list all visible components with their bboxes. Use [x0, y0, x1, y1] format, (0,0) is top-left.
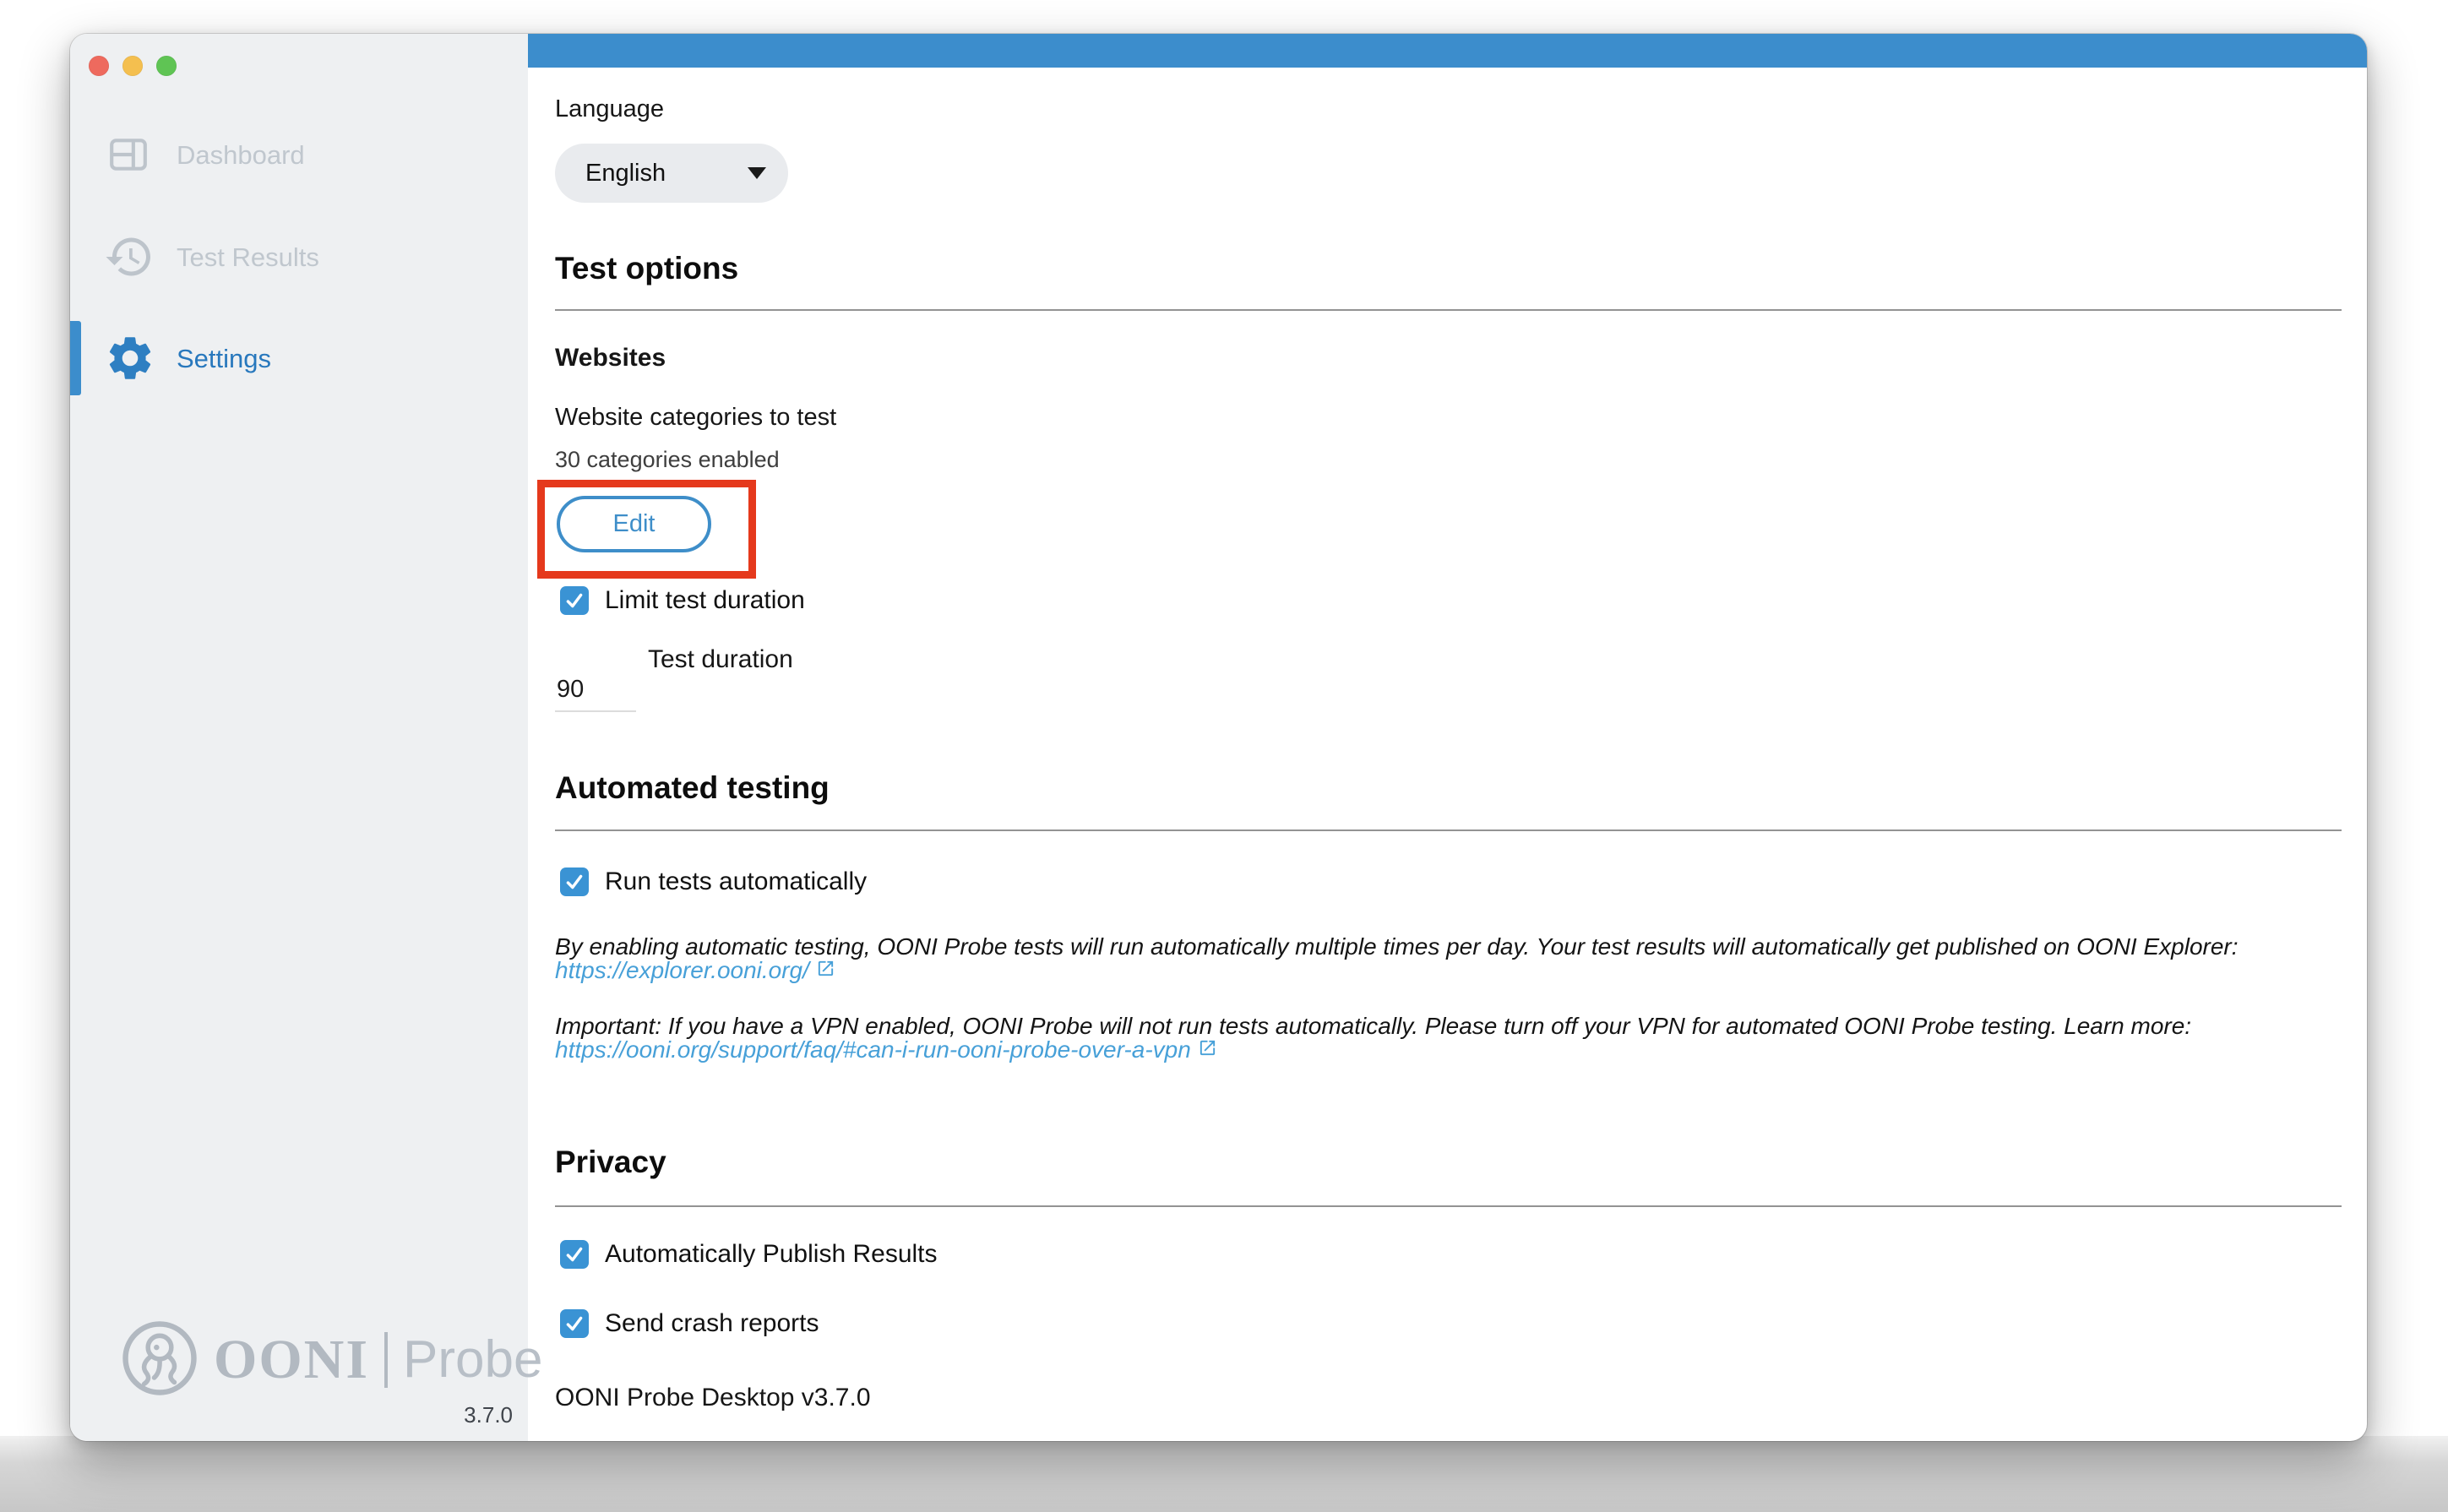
ooni-probe-window: Dashboard Test Results Settings: [70, 34, 2367, 1441]
explorer-link-row[interactable]: https://explorer.ooni.org/: [555, 958, 835, 983]
section-divider: [555, 1205, 2342, 1207]
limit-test-duration-checkbox[interactable]: [560, 586, 589, 615]
limit-test-duration-row: Limit test duration: [560, 586, 805, 615]
publish-results-label: Automatically Publish Results: [605, 1240, 938, 1269]
faq-link[interactable]: https://ooni.org/support/faq/#can-i-run-…: [555, 1038, 1191, 1062]
vpn-note: Important: If you have a VPN enabled, OO…: [555, 1014, 2191, 1038]
external-link-icon: [816, 959, 835, 982]
section-divider: [555, 829, 2342, 831]
language-label: Language: [555, 97, 664, 122]
edit-categories-button[interactable]: Edit: [557, 496, 711, 552]
language-select[interactable]: English: [555, 144, 788, 203]
run-tests-automatically-checkbox[interactable]: [560, 867, 589, 896]
automated-testing-note: By enabling automatic testing, OONI Prob…: [555, 935, 2239, 959]
section-divider: [555, 309, 2342, 311]
test-duration-input[interactable]: [555, 672, 636, 712]
run-tests-automatically-row: Run tests automatically: [560, 867, 867, 896]
publish-results-row: Automatically Publish Results: [560, 1240, 938, 1269]
explorer-link[interactable]: https://explorer.ooni.org/: [555, 959, 809, 982]
crash-reports-row: Send crash reports: [560, 1309, 819, 1338]
screenshot-canvas: Dashboard Test Results Settings: [0, 0, 2448, 1512]
settings-content: Language English Test options Websites W…: [70, 34, 2367, 1441]
external-link-icon: [1198, 1038, 1217, 1062]
publish-results-checkbox[interactable]: [560, 1240, 589, 1269]
crash-reports-checkbox[interactable]: [560, 1309, 589, 1338]
run-tests-automatically-label: Run tests automatically: [605, 867, 867, 896]
websites-label: Websites: [555, 345, 666, 371]
privacy-heading: Privacy: [555, 1146, 666, 1178]
chevron-down-icon: [748, 167, 766, 179]
automated-testing-heading: Automated testing: [555, 772, 830, 803]
crash-reports-label: Send crash reports: [605, 1309, 819, 1338]
test-duration-label: Test duration: [648, 647, 793, 672]
test-options-heading: Test options: [555, 253, 738, 284]
faq-link-row[interactable]: https://ooni.org/support/faq/#can-i-run-…: [555, 1037, 1217, 1063]
categories-enabled-status: 30 categories enabled: [555, 449, 780, 471]
language-select-value: English: [585, 161, 666, 186]
website-categories-label: Website categories to test: [555, 405, 836, 430]
desktop-shadow-band: [0, 1436, 2448, 1512]
app-version-text: OONI Probe Desktop v3.7.0: [555, 1385, 871, 1411]
limit-test-duration-label: Limit test duration: [605, 586, 805, 615]
